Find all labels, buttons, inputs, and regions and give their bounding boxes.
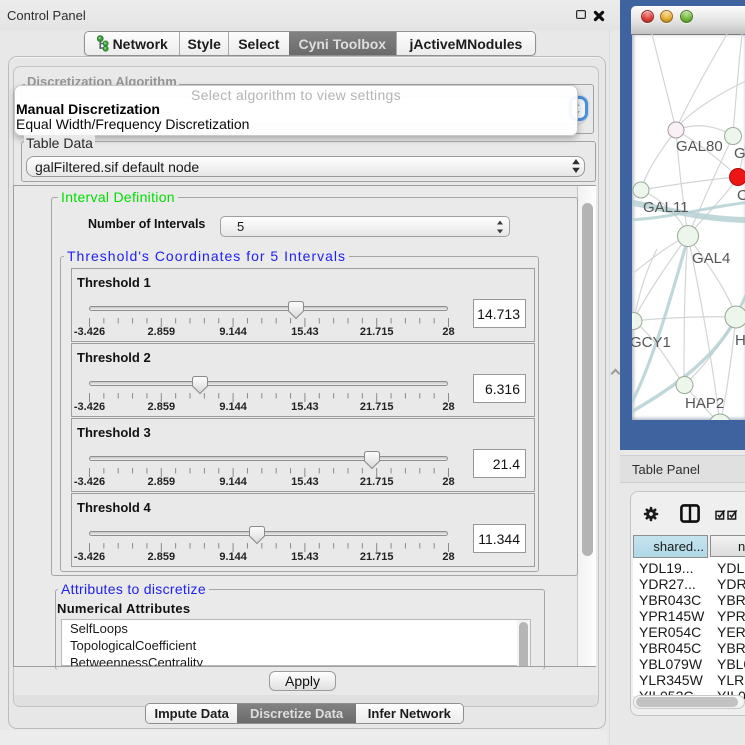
svg-text:H: H [735,332,745,349]
svg-text:GAL11: GAL11 [643,199,689,216]
svg-text:GAL4: GAL4 [692,250,730,267]
svg-text:C: C [737,187,745,204]
svg-text:GCY1: GCY1 [632,334,671,351]
svg-text:GAL80: GAL80 [676,138,723,155]
svg-text:HAP2: HAP2 [685,395,724,412]
svg-text:GA: GA [734,145,745,162]
